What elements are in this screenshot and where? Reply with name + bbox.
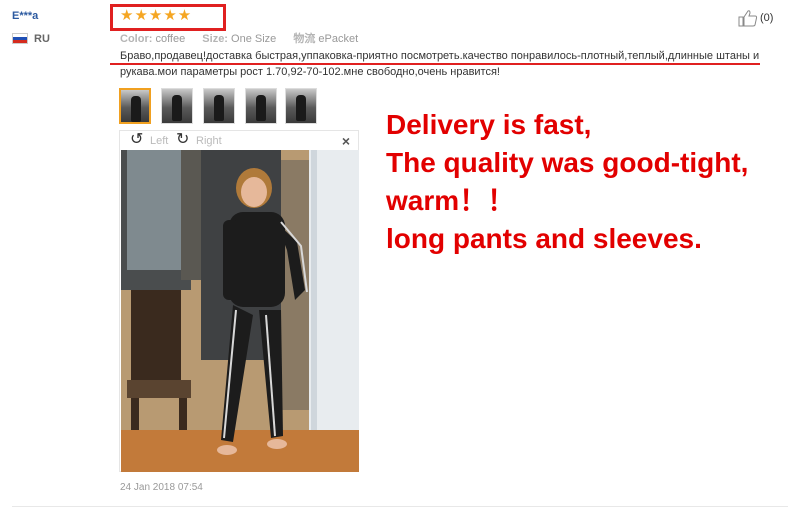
review-photo — [121, 150, 359, 472]
review-divider — [12, 506, 788, 507]
reviewer-name[interactable]: E***a — [12, 10, 38, 22]
russia-flag-icon — [12, 33, 28, 44]
like-count: (0) — [760, 12, 774, 24]
photo-thumbnail[interactable] — [245, 88, 277, 124]
attr-color-value: coffee — [155, 33, 186, 45]
photo-thumbnail[interactable] — [203, 88, 235, 124]
annotation-line: Delivery is fast, — [386, 109, 592, 140]
attr-size-key: Size: — [202, 33, 228, 45]
annotation-line: warm！！ — [386, 185, 516, 216]
viewer-toolbar: ↺ Left ↻ Right × — [120, 131, 358, 150]
photo-thumbnail[interactable] — [119, 88, 151, 124]
photo-thumbnail[interactable] — [285, 88, 317, 124]
close-icon[interactable]: × — [342, 133, 350, 149]
attr-shipping-value: ePacket — [318, 33, 359, 45]
star-rating: ★★★★★ — [120, 7, 193, 24]
thumbs-up-icon[interactable] — [738, 9, 758, 27]
rotate-left-label[interactable]: Left — [150, 135, 168, 147]
annotation-line: long pants and sleeves. — [386, 223, 702, 254]
photo-viewer: ↺ Left ↻ Right × — [119, 130, 359, 472]
reviewer-country: RU — [34, 33, 50, 45]
attr-color-key: Color: — [120, 33, 153, 45]
review-date: 24 Jan 2018 07:54 — [120, 482, 203, 493]
review-highlight-underline — [110, 63, 760, 65]
order-attributes: Color: coffee Size: One Size 物流 ePacket — [120, 30, 372, 46]
translation-annotation: Delivery is fast, The quality was good-t… — [386, 106, 748, 258]
attr-shipping-key: 物流 — [293, 33, 316, 45]
rotate-right-label[interactable]: Right — [196, 135, 222, 147]
photo-thumbnail[interactable] — [161, 88, 193, 124]
attr-size-value: One Size — [231, 33, 277, 45]
rotate-left-icon[interactable]: ↺ — [130, 132, 143, 148]
rotate-right-icon[interactable]: ↻ — [176, 132, 189, 148]
annotation-line: The quality was good-tight, — [386, 147, 749, 178]
